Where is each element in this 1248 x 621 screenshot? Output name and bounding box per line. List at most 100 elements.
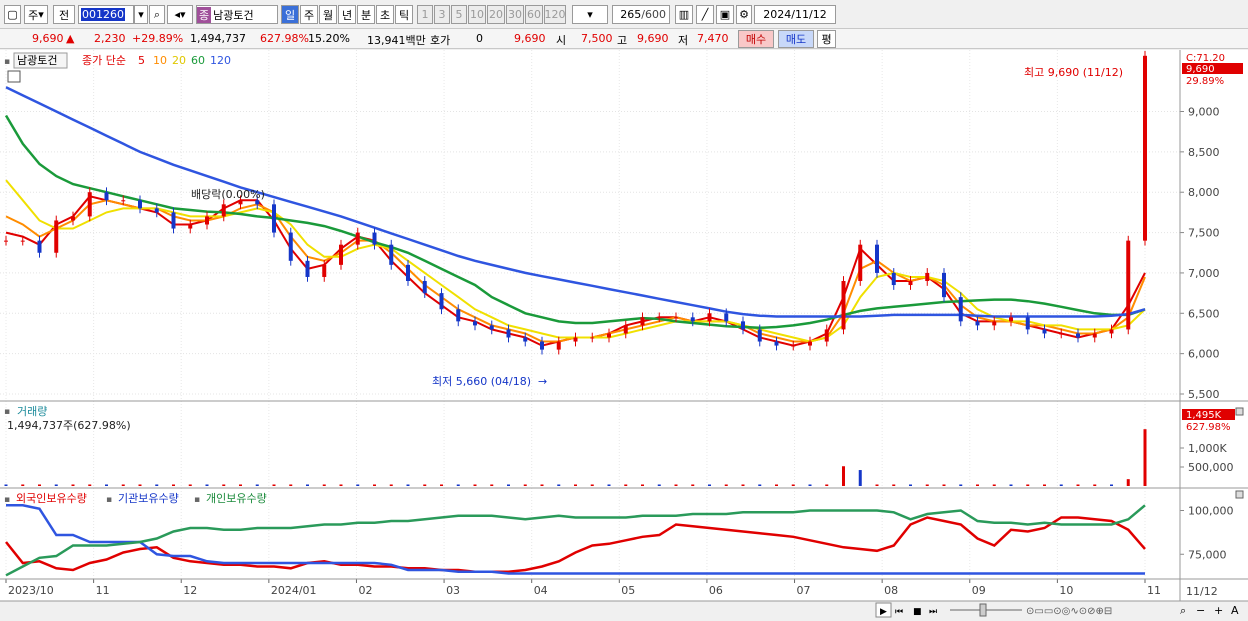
x-tick-label: 05 [621, 584, 635, 597]
minus-icon[interactable]: − [1196, 604, 1205, 617]
volume-bar [456, 484, 460, 486]
tab-5[interactable]: 초 [376, 5, 394, 24]
x-tick-label: 02 [358, 584, 372, 597]
eval-button[interactable]: 평 [817, 30, 836, 48]
candle-body [372, 232, 377, 245]
tab-0[interactable]: 일 [281, 5, 299, 24]
text-size-icon[interactable]: A [1231, 604, 1239, 617]
bid-value: 0 [476, 32, 483, 45]
chart-area[interactable]: 5,500 6,000 6,500 7,000 7,500 8,000 8,500 9,000… [0, 50, 1248, 621]
table-icon[interactable] [7, 70, 21, 83]
interval-dropdown[interactable]: ▾ [572, 5, 608, 24]
interval-1[interactable]: 1 [417, 5, 433, 24]
interval-3[interactable]: 3 [434, 5, 450, 24]
legend-dot-icon: ▪ [106, 495, 112, 505]
tab-6[interactable]: 틱 [395, 5, 413, 24]
volume-bar [691, 484, 695, 486]
candle-body [154, 208, 159, 213]
plus-icon[interactable]: + [1214, 604, 1223, 617]
volume-title: 거래량 [17, 405, 47, 418]
interval-60[interactable]: 60 [525, 5, 543, 24]
open-value: 7,500 [581, 32, 613, 45]
up-arrow-icon: ▲ [66, 32, 75, 45]
x-tick-label: 04 [534, 584, 548, 597]
min-arrow-icon: → [538, 375, 547, 388]
prev-button[interactable]: 전 [53, 5, 75, 24]
zoom-out-icon[interactable]: ⌕ [1180, 604, 1186, 617]
x-tick-label: 11 [96, 584, 110, 597]
interval-20[interactable]: 20 [487, 5, 505, 24]
volume-bar [775, 484, 778, 486]
search-icon[interactable]: ⌕ [149, 5, 165, 24]
interval-30[interactable]: 30 [506, 5, 524, 24]
candle-body [1009, 317, 1013, 322]
volume-tag-pct: 627.98% [1186, 422, 1231, 433]
x-tick-label: 09 [972, 584, 986, 597]
volume-info: 1,494,737주(627.98%) [7, 419, 131, 432]
high-label: 고 [617, 34, 628, 47]
candle-body [339, 244, 343, 265]
code-input[interactable]: 001260 [78, 5, 134, 24]
volume-bar [155, 484, 159, 486]
candle-body [205, 216, 209, 225]
volume-bar [724, 484, 728, 486]
stop-icon[interactable]: ■ [913, 607, 922, 617]
candle-body [607, 333, 611, 338]
panel-menu-icon[interactable]: ▪ [4, 495, 10, 505]
candle-body [1042, 329, 1047, 334]
volume-bar [138, 484, 142, 486]
draw-icon[interactable]: ╱ [696, 5, 714, 24]
interval-5[interactable]: 5 [451, 5, 467, 24]
buy-button[interactable]: 매수 [738, 30, 774, 48]
volume-bar [339, 484, 343, 486]
candle-body [272, 204, 276, 233]
stock-name-field[interactable]: 종 남광토건 [196, 5, 278, 24]
candle-body [439, 293, 444, 310]
code-dropdown-icon[interactable]: ▾ [134, 5, 148, 24]
tab-4[interactable]: 분 [357, 5, 375, 24]
x-tick-label: 12 [183, 584, 197, 597]
candle-body [875, 244, 879, 273]
panel-menu-icon[interactable]: ▪ [4, 407, 10, 417]
tab-2[interactable]: 월 [319, 5, 337, 24]
rewind-icon[interactable]: ⏮ [895, 607, 903, 617]
tab-1[interactable]: 주 [300, 5, 318, 24]
volume-bar [121, 484, 125, 486]
window-icon[interactable]: ▢ [4, 5, 21, 24]
low-value: 7,470 [697, 32, 729, 45]
interval-120[interactable]: 120 [544, 5, 566, 24]
x-tick-label: 08 [884, 584, 898, 597]
zoom-slider-thumb[interactable] [979, 603, 987, 617]
panel-menu-icon[interactable]: ▪ [4, 57, 10, 67]
candle-icon[interactable]: ▥ [675, 5, 693, 24]
price-tag-c: C:71.20 [1186, 53, 1225, 64]
candle-body [422, 281, 427, 294]
market-select[interactable]: 주 ▾ [24, 5, 48, 24]
price-tick-label: 7,500 [1188, 227, 1220, 240]
volume-bar [38, 484, 41, 486]
close-icon[interactable] [1235, 407, 1244, 416]
candle-body [774, 341, 779, 346]
forward-icon[interactable]: ⏭ [929, 607, 937, 617]
volume-bar [1110, 484, 1113, 486]
close-icon[interactable] [1235, 490, 1244, 499]
interval-10[interactable]: 10 [468, 5, 486, 24]
gear-icon[interactable]: ⚙ [736, 5, 752, 24]
volume-bar [590, 484, 594, 486]
volume-bar [172, 484, 175, 486]
tab-3[interactable]: 년 [338, 5, 356, 24]
tool-icons[interactable]: ⊙▭▭⊙◎∿⊙⊘⊕⊟ [1026, 606, 1112, 617]
speaker-icon[interactable]: ◂▾ [167, 5, 193, 24]
stock-title: 남광토건 [17, 54, 57, 67]
candle-body [456, 309, 461, 322]
volume-bar [389, 484, 393, 486]
sell-button[interactable]: 매도 [778, 30, 814, 48]
count-field[interactable]: 265/600 [612, 5, 670, 24]
date-field[interactable]: 2024/11/12 [754, 5, 836, 24]
save-icon[interactable]: ▣ [716, 5, 734, 24]
candle-body [556, 341, 561, 350]
volume-bar [1143, 429, 1147, 486]
x-tick-label: 07 [797, 584, 811, 597]
candle-body [841, 281, 846, 330]
legend-ma10: 10 [153, 54, 167, 67]
